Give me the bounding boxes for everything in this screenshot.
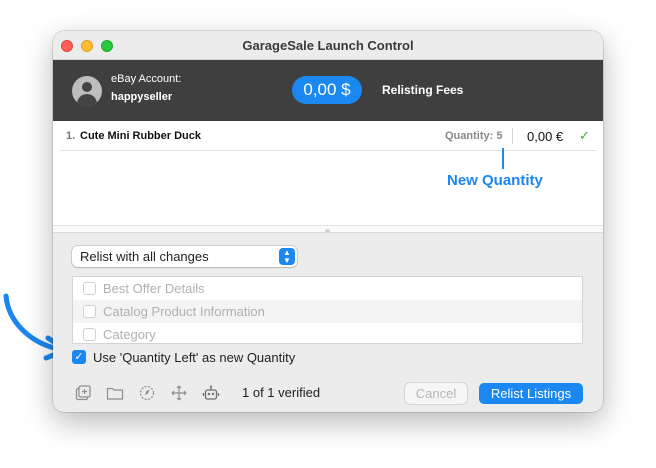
title-bar: GarageSale Launch Control — [53, 31, 603, 60]
avatar-icon — [72, 76, 102, 106]
verified-check-icon: ✓ — [579, 128, 590, 143]
option-checkbox[interactable] — [83, 282, 96, 295]
fee-amount-badge: 0,00 $ — [292, 76, 362, 104]
folder-icon[interactable] — [106, 384, 124, 402]
account-label: eBay Account: — [111, 73, 182, 85]
window-title: GarageSale Launch Control — [242, 38, 414, 53]
fee-label: Relisting Fees — [382, 83, 464, 97]
option-checkbox[interactable] — [83, 328, 96, 341]
callout-label: New Quantity — [447, 172, 543, 189]
launch-control-window: GarageSale Launch Control eBay Account: … — [53, 31, 603, 412]
listing-number: 1. — [66, 130, 76, 142]
verification-status: 1 of 1 verified — [242, 385, 321, 400]
option-label: Category — [103, 327, 156, 342]
option-label: Best Offer Details — [103, 281, 205, 296]
relist-mode-select[interactable]: Relist with all changes ▲ ▼ — [72, 246, 297, 267]
column-divider — [512, 128, 513, 144]
listing-price: 0,00 € — [527, 129, 564, 144]
robot-icon[interactable] — [202, 384, 220, 402]
option-label: Catalog Product Information — [103, 304, 265, 319]
relist-mode-value: Relist with all changes — [80, 249, 209, 264]
relist-options-list: Best Offer Details Catalog Product Infor… — [72, 276, 583, 344]
listing-row[interactable]: 1. Cute Mini Rubber Duck Quantity: 5 0,0… — [60, 121, 597, 151]
cancel-button[interactable]: Cancel — [405, 383, 467, 404]
add-copy-icon[interactable] — [74, 384, 92, 402]
options-panel: Relist with all changes ▲ ▼ Best Offer De… — [53, 232, 603, 412]
chevron-updown-icon: ▲ ▼ — [279, 248, 295, 265]
relist-listings-button[interactable]: Relist Listings — [479, 383, 583, 404]
bottom-toolbar: 1 of 1 verified Cancel Relist Listings — [53, 374, 603, 412]
option-checkbox[interactable] — [83, 305, 96, 318]
move-arrows-icon[interactable] — [170, 384, 188, 402]
quantity-left-label[interactable]: Use 'Quantity Left' as new Quantity — [93, 350, 295, 365]
list-item[interactable]: Catalog Product Information — [73, 300, 582, 323]
list-item[interactable]: Best Offer Details — [73, 277, 582, 300]
listing-quantity: Quantity: 5 — [445, 130, 503, 142]
compass-icon[interactable] — [138, 384, 156, 402]
account-header: eBay Account: happyseller 0,00 $ Relisti… — [53, 60, 603, 121]
listing-title: Cute Mini Rubber Duck — [80, 130, 202, 142]
callout-line — [502, 148, 504, 169]
account-name: happyseller — [111, 91, 173, 103]
quantity-left-checkbox[interactable]: ✓ — [72, 350, 86, 364]
list-item[interactable]: Category — [73, 323, 582, 343]
